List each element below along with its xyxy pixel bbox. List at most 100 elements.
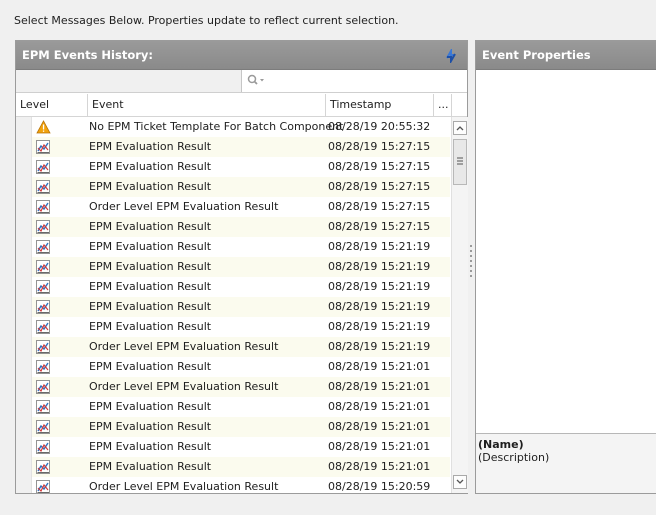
row-indicator[interactable] bbox=[16, 317, 32, 337]
timestamp-cell: 08/28/19 15:21:19 bbox=[328, 280, 431, 293]
table-row[interactable]: EPM Evaluation Result 08/28/19 15:21:19 bbox=[16, 297, 450, 317]
table-row[interactable]: No EPM Ticket Template For Batch Compone… bbox=[16, 117, 450, 137]
table-row[interactable]: EPM Evaluation Result 08/28/19 15:27:15 bbox=[16, 157, 450, 177]
row-indicator[interactable] bbox=[16, 397, 32, 417]
chart-icon bbox=[36, 180, 51, 194]
row-indicator[interactable] bbox=[16, 137, 32, 157]
table-row[interactable]: EPM Evaluation Result 08/28/19 15:21:01 bbox=[16, 437, 450, 457]
row-indicator[interactable] bbox=[16, 257, 32, 277]
table-row[interactable]: EPM Evaluation Result 08/28/19 15:21:01 bbox=[16, 397, 450, 417]
chart-icon bbox=[36, 400, 51, 414]
row-indicator[interactable] bbox=[16, 117, 32, 137]
timestamp-cell: 08/28/19 15:21:19 bbox=[328, 320, 431, 333]
timestamp-cell: 08/28/19 15:21:01 bbox=[328, 460, 431, 473]
event-cell: EPM Evaluation Result bbox=[89, 140, 212, 153]
row-indicator[interactable] bbox=[16, 477, 32, 493]
column-header-event[interactable]: Event bbox=[88, 94, 326, 116]
table-row[interactable]: EPM Evaluation Result 08/28/19 15:27:15 bbox=[16, 217, 450, 237]
chart-icon bbox=[36, 480, 51, 493]
event-cell: EPM Evaluation Result bbox=[89, 300, 212, 313]
event-cell: Order Level EPM Evaluation Result bbox=[89, 200, 279, 213]
timestamp-cell: 08/28/19 15:21:19 bbox=[328, 240, 431, 253]
chart-icon bbox=[36, 260, 51, 274]
table-row[interactable]: EPM Evaluation Result 08/28/19 15:27:15 bbox=[16, 137, 450, 157]
column-header-timestamp[interactable]: Timestamp bbox=[326, 94, 434, 116]
row-indicator[interactable] bbox=[16, 357, 32, 377]
timestamp-cell: 08/28/19 15:21:19 bbox=[328, 340, 431, 353]
timestamp-cell: 08/28/19 15:21:01 bbox=[328, 360, 431, 373]
event-cell: No EPM Ticket Template For Batch Compone… bbox=[89, 120, 344, 133]
table-row[interactable]: EPM Evaluation Result 08/28/19 15:21:01 bbox=[16, 457, 450, 477]
panel-splitter[interactable] bbox=[470, 245, 473, 281]
table-row[interactable]: EPM Evaluation Result 08/28/19 15:21:19 bbox=[16, 277, 450, 297]
timestamp-cell: 08/28/19 15:21:19 bbox=[328, 300, 431, 313]
row-indicator[interactable] bbox=[16, 237, 32, 257]
table-row[interactable]: EPM Evaluation Result 08/28/19 15:21:19 bbox=[16, 237, 450, 257]
vertical-scrollbar[interactable] bbox=[451, 117, 468, 493]
scroll-up-button[interactable] bbox=[453, 121, 467, 135]
row-indicator[interactable] bbox=[16, 377, 32, 397]
timestamp-cell: 08/28/19 15:27:15 bbox=[328, 140, 431, 153]
timestamp-cell: 08/28/19 15:21:01 bbox=[328, 380, 431, 393]
scroll-down-button[interactable] bbox=[453, 475, 467, 489]
chart-icon bbox=[36, 240, 51, 254]
row-indicator[interactable] bbox=[16, 157, 32, 177]
row-indicator[interactable] bbox=[16, 297, 32, 317]
event-cell: EPM Evaluation Result bbox=[89, 360, 212, 373]
properties-panel-title: Event Properties bbox=[482, 48, 591, 62]
row-indicator[interactable] bbox=[16, 337, 32, 357]
row-indicator[interactable] bbox=[16, 217, 32, 237]
grid-header: Level Event Timestamp ... bbox=[16, 94, 467, 117]
chart-icon bbox=[36, 200, 51, 214]
timestamp-cell: 08/28/19 15:21:01 bbox=[328, 420, 431, 433]
refresh-icon[interactable] bbox=[444, 49, 458, 63]
chart-icon bbox=[36, 360, 51, 374]
table-row[interactable]: Order Level EPM Evaluation Result 08/28/1… bbox=[16, 477, 450, 493]
event-cell: EPM Evaluation Result bbox=[89, 160, 212, 173]
table-row[interactable]: EPM Evaluation Result 08/28/19 15:21:01 bbox=[16, 357, 450, 377]
scroll-thumb[interactable] bbox=[453, 139, 467, 185]
chart-icon bbox=[36, 340, 51, 354]
event-cell: EPM Evaluation Result bbox=[89, 260, 212, 273]
row-indicator[interactable] bbox=[16, 417, 32, 437]
chart-icon bbox=[36, 300, 51, 314]
event-properties-panel: Event Properties (Name) (Description) bbox=[475, 40, 656, 494]
table-row[interactable]: EPM Evaluation Result 08/28/19 15:21:19 bbox=[16, 257, 450, 277]
chart-icon bbox=[36, 140, 51, 154]
table-row[interactable]: Order Level EPM Evaluation Result 08/28/1… bbox=[16, 197, 450, 217]
search-input[interactable] bbox=[241, 70, 467, 92]
events-panel-title: EPM Events History: bbox=[22, 48, 153, 62]
row-indicator[interactable] bbox=[16, 277, 32, 297]
table-row[interactable]: EPM Evaluation Result 08/28/19 15:21:19 bbox=[16, 317, 450, 337]
timestamp-cell: 08/28/19 15:27:15 bbox=[328, 180, 431, 193]
timestamp-cell: 08/28/19 15:21:01 bbox=[328, 400, 431, 413]
column-chooser-button[interactable]: ... bbox=[434, 94, 452, 116]
table-row[interactable]: Order Level EPM Evaluation Result 08/28/1… bbox=[16, 377, 450, 397]
instructions-text: Select Messages Below. Properties update… bbox=[14, 14, 399, 27]
property-description-area: (Name) (Description) bbox=[476, 433, 656, 493]
search-row bbox=[16, 70, 467, 93]
column-header-level[interactable]: Level bbox=[16, 94, 88, 116]
event-cell: Order Level EPM Evaluation Result bbox=[89, 480, 279, 493]
row-indicator[interactable] bbox=[16, 437, 32, 457]
grip-icon bbox=[457, 157, 463, 165]
timestamp-cell: 08/28/19 15:27:15 bbox=[328, 160, 431, 173]
table-row[interactable]: Order Level EPM Evaluation Result 08/28/1… bbox=[16, 337, 450, 357]
event-cell: EPM Evaluation Result bbox=[89, 400, 212, 413]
chevron-down-icon bbox=[456, 479, 464, 484]
timestamp-cell: 08/28/19 15:20:59 bbox=[328, 480, 431, 493]
chart-icon bbox=[36, 320, 51, 334]
row-indicator[interactable] bbox=[16, 177, 32, 197]
timestamp-cell: 08/28/19 15:27:15 bbox=[328, 220, 431, 233]
table-row[interactable]: EPM Evaluation Result 08/28/19 15:27:15 bbox=[16, 177, 450, 197]
event-cell: EPM Evaluation Result bbox=[89, 320, 212, 333]
timestamp-cell: 08/28/19 20:55:32 bbox=[328, 120, 431, 133]
event-cell: EPM Evaluation Result bbox=[89, 460, 212, 473]
warning-icon bbox=[36, 120, 51, 134]
event-cell: EPM Evaluation Result bbox=[89, 180, 212, 193]
table-row[interactable]: EPM Evaluation Result 08/28/19 15:21:01 bbox=[16, 417, 450, 437]
row-indicator[interactable] bbox=[16, 457, 32, 477]
event-cell: EPM Evaluation Result bbox=[89, 440, 212, 453]
event-cell: EPM Evaluation Result bbox=[89, 240, 212, 253]
row-indicator[interactable] bbox=[16, 197, 32, 217]
